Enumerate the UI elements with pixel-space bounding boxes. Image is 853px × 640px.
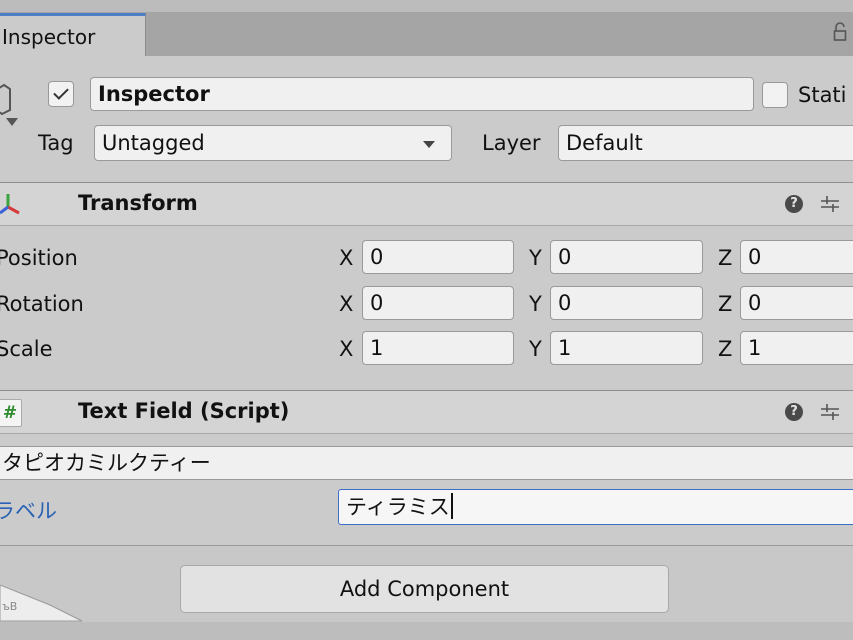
corner-label: ъВ [2,600,18,613]
script-file-icon: # [0,399,22,427]
tab-inspector[interactable]: Inspector [0,13,146,56]
layer-value: Default [566,131,643,155]
text-field-script-header[interactable]: # Text Field (Script) ? [0,390,853,434]
scale-label: Scale [0,337,53,361]
position-y-field[interactable]: 0 [550,240,703,274]
scale-y-field[interactable]: 1 [550,331,703,365]
help-icon[interactable]: ? [785,195,803,213]
static-label: Stati [798,83,847,107]
scale-z-label[interactable]: Z [718,337,732,361]
rotation-y-field[interactable]: 0 [550,286,703,320]
position-y-label[interactable]: Y [529,246,542,270]
help-icon[interactable]: ? [785,403,803,421]
scale-x-field[interactable]: 1 [362,331,514,365]
label-field-name: ラベル [0,499,57,523]
transform-axes-icon [0,194,20,215]
add-component-button[interactable]: Add Component [180,565,669,613]
text-area-field[interactable]: タピオカミルクティー [0,446,853,480]
static-checkbox[interactable] [762,82,788,108]
tag-value: Untagged [102,131,205,155]
scale-y-label[interactable]: Y [529,337,542,361]
rotation-x-field[interactable]: 0 [362,286,514,320]
dropdown-arrow-icon [423,141,435,148]
game-object-header [0,56,853,182]
tag-label: Tag [38,131,74,155]
settings-sliders-icon[interactable] [819,193,841,215]
position-z-label[interactable]: Z [718,246,732,270]
foldout-arrow-icon[interactable] [6,118,18,126]
rotation-z-field[interactable]: 0 [740,286,853,320]
scale-x-label[interactable]: X [339,337,353,361]
object-name-field[interactable]: Inspector [90,77,754,111]
position-z-field[interactable]: 0 [740,240,853,274]
active-checkbox[interactable] [48,81,74,107]
position-label: Position [0,246,78,270]
rotation-z-label[interactable]: Z [718,292,732,316]
transform-title: Transform [78,191,198,215]
text-caret [450,493,453,519]
rotation-x-label[interactable]: X [339,292,353,316]
scale-z-field[interactable]: 1 [740,331,853,365]
layer-dropdown[interactable]: Default [558,125,853,161]
tab-label: Inspector [2,25,96,49]
tag-dropdown[interactable]: Untagged [94,125,452,161]
layer-label: Layer [482,131,541,155]
tab-strip: Inspector [0,0,853,56]
rotation-label: Rotation [0,292,84,316]
text-field-script-title: Text Field (Script) [78,399,290,423]
position-x-label[interactable]: X [339,246,353,270]
bottom-strip [0,622,853,640]
rotation-y-label[interactable]: Y [529,292,542,316]
lock-icon[interactable] [833,22,847,42]
game-object-icon [0,83,11,116]
label-text-input[interactable]: ティラミス [338,489,853,525]
position-x-field[interactable]: 0 [362,240,514,274]
transform-header[interactable]: Transform ? [0,182,853,226]
settings-sliders-icon[interactable] [819,401,841,423]
tab-strip-topline [0,0,853,12]
label-input-value: ティラミス [346,495,450,519]
